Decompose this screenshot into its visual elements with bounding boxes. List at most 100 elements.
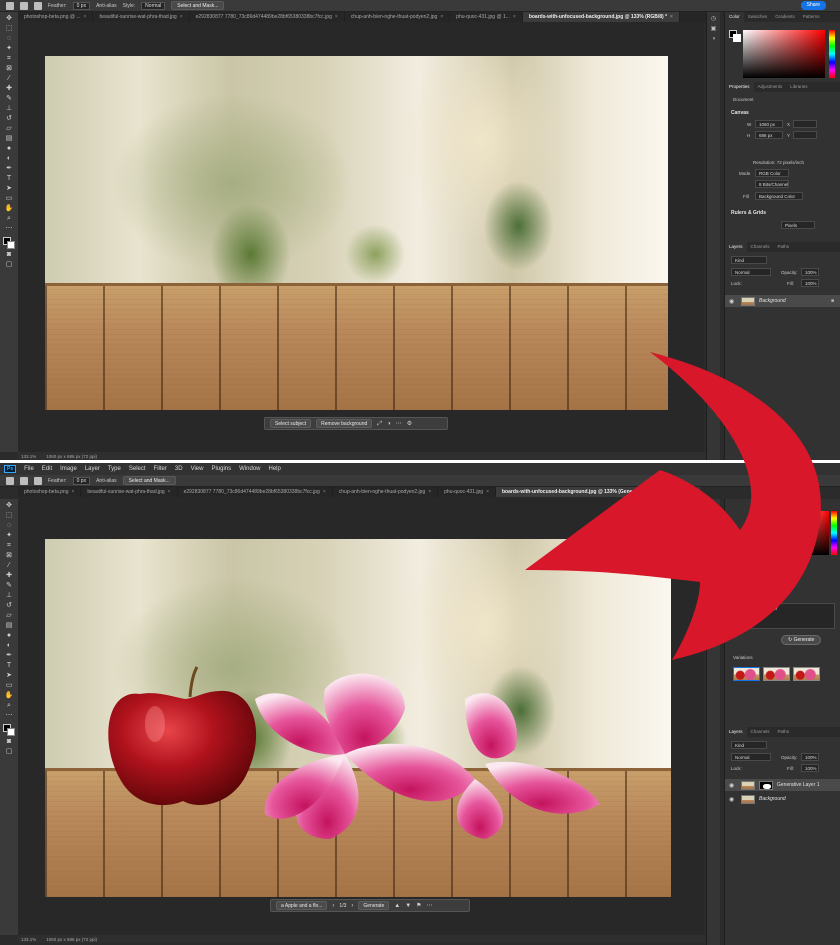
screen-mode-icon[interactable]: ▢ [4, 748, 14, 756]
tab-document[interactable]: e292830877 7780_73c86d474489be28bf653803… [190, 12, 345, 22]
screen-mode-icon[interactable]: ▢ [4, 261, 14, 269]
canvas-width-input[interactable]: 1060 px [755, 120, 783, 128]
thumbs-down-icon[interactable]: ▼ [405, 902, 411, 910]
generate-button[interactable]: Generate [358, 901, 390, 910]
feather-input[interactable]: 0 px [72, 476, 91, 485]
tab-document[interactable]: e292830877 7780_73c86d474489be28bf653803… [178, 487, 333, 497]
fill-input[interactable]: 100% [801, 279, 819, 287]
tab-document-active[interactable]: boards-with-unfocused-background.jpg @ 1… [495, 487, 700, 497]
blur-tool-icon[interactable]: ● [4, 632, 14, 640]
transform-icon[interactable]: ⤢ [377, 420, 382, 428]
gradient-tool-icon[interactable]: ▤ [4, 622, 14, 630]
adjustments-icon[interactable]: ◑ [710, 523, 718, 530]
tab-document[interactable]: phu-quoc-431.jpg × [438, 487, 496, 497]
close-icon[interactable]: × [691, 489, 694, 495]
mode-select[interactable]: RGB Color [755, 169, 789, 177]
clone-stamp-icon[interactable]: ⊥ [4, 105, 14, 113]
antialias-label[interactable]: Anti-alias [96, 478, 117, 484]
canvas-section-title[interactable]: Canvas [731, 110, 749, 116]
color-swatches[interactable] [3, 237, 15, 249]
close-icon[interactable]: × [180, 14, 183, 20]
path-selection-icon[interactable]: ➤ [4, 672, 14, 680]
select-and-mask-button[interactable]: Select and Mask... [122, 476, 176, 485]
type-tool-icon[interactable]: T [4, 662, 14, 670]
layer-kind-filter[interactable]: Kind [731, 256, 767, 264]
close-icon[interactable]: × [486, 489, 489, 495]
menu-3d[interactable]: 3D [175, 466, 183, 472]
zoom-tool-icon[interactable]: ⌕ [4, 702, 14, 710]
menu-help[interactable]: Help [269, 466, 281, 472]
tab-swatches[interactable]: Swatches [744, 12, 772, 22]
blend-mode-select[interactable]: Normal [731, 753, 771, 761]
lasso-tool-icon[interactable]: ◌ [4, 522, 14, 530]
document-image[interactable] [45, 539, 671, 897]
shape-tool-icon[interactable]: ▭ [4, 195, 14, 203]
zoom-level[interactable]: 133.1% [21, 454, 36, 459]
pen-tool-icon[interactable]: ✒ [4, 652, 14, 660]
eye-icon[interactable]: ◉ [729, 298, 737, 305]
adjustments-icon[interactable]: ◑ [710, 36, 718, 43]
eyedropper-icon[interactable]: ⁄ [4, 75, 14, 83]
tab-color[interactable]: Color [725, 12, 744, 22]
dodge-tool-icon[interactable]: ◐ [4, 642, 14, 650]
quick-mask-icon[interactable]: ◙ [4, 251, 14, 259]
brush-tool-icon[interactable]: ✎ [4, 95, 14, 103]
close-icon[interactable]: × [84, 14, 87, 20]
close-icon[interactable]: × [168, 489, 171, 495]
tab-libraries[interactable]: Libraries [786, 82, 811, 92]
fill-select[interactable]: Background Color [755, 192, 803, 200]
brush-tool-icon[interactable]: ✎ [4, 582, 14, 590]
layer-row[interactable]: ◉ Generative Layer 1 [725, 779, 840, 791]
close-icon[interactable]: × [670, 14, 673, 20]
tab-gradients[interactable]: Gradients [771, 12, 799, 22]
marquee-tool-icon[interactable]: ⬚ [4, 25, 14, 33]
new-selection-icon[interactable] [20, 1, 28, 10]
close-icon[interactable]: × [440, 14, 443, 20]
path-selection-icon[interactable]: ➤ [4, 185, 14, 193]
adjust-icon[interactable]: ◑ [387, 420, 391, 428]
chevron-right-icon[interactable]: › [351, 902, 353, 910]
tab-document[interactable]: chup-anh-bien-nghe-thuat-podyen2.jpg × [345, 12, 451, 22]
tab-document[interactable]: phu-quoc-431.jpg @ 1... × [450, 12, 523, 22]
menu-plugins[interactable]: Plugins [211, 466, 231, 472]
hue-slider[interactable] [831, 511, 837, 555]
tab-layers[interactable]: Layers [725, 242, 747, 252]
units-select[interactable]: Pixels [781, 221, 815, 229]
history-icon[interactable]: ◷ [710, 503, 718, 510]
zoom-tool-icon[interactable]: ⌕ [4, 215, 14, 223]
canvas-area[interactable]: a Apple and a flo... ‹ 1/3 › Generate ▲ … [18, 497, 704, 935]
tab-document[interactable]: beautiful-sunrise-wat-phra-thad.jpg × [93, 12, 190, 22]
hand-tool-icon[interactable]: ✋ [4, 692, 14, 700]
history-icon[interactable]: ◷ [710, 16, 718, 23]
healing-brush-icon[interactable]: ✚ [4, 85, 14, 93]
settings-icon[interactable]: ⚙ [407, 420, 412, 428]
lasso-tool-icon[interactable] [20, 476, 28, 485]
variation-thumbnail[interactable] [733, 667, 760, 681]
canvas-x-input[interactable] [793, 120, 817, 128]
move-tool-icon[interactable]: ✥ [4, 502, 14, 510]
lasso-tool-icon[interactable]: ◌ [4, 35, 14, 43]
flag-icon[interactable]: ⚑ [416, 902, 421, 910]
menu-filter[interactable]: Filter [154, 466, 167, 472]
move-tool-icon[interactable]: ✥ [4, 15, 14, 23]
thumbs-up-icon[interactable]: ▲ [394, 902, 400, 910]
home-icon[interactable] [6, 476, 14, 485]
lock-icon[interactable]: ■ [831, 298, 834, 304]
add-selection-icon[interactable] [34, 1, 42, 10]
chevron-left-icon[interactable]: ‹ [332, 902, 334, 910]
rulers-grids-title[interactable]: Rulers & Grids [731, 210, 766, 216]
panel-color-swatches[interactable] [729, 30, 741, 42]
tab-document[interactable]: photoshop-beta.png @ ... × [18, 12, 94, 22]
close-icon[interactable]: × [428, 489, 431, 495]
pen-tool-icon[interactable]: ✒ [4, 165, 14, 173]
blend-mode-select[interactable]: Normal [731, 268, 771, 276]
crop-tool-icon[interactable]: ⌗ [4, 55, 14, 63]
tab-layers[interactable]: Layers [725, 727, 747, 737]
eraser-icon[interactable]: ▱ [4, 125, 14, 133]
menu-layer[interactable]: Layer [85, 466, 100, 472]
history-brush-icon[interactable]: ↺ [4, 115, 14, 123]
layer-row[interactable]: ◉ Background ■ [725, 295, 840, 307]
crop-tool-icon[interactable]: ⌗ [4, 542, 14, 550]
dodge-tool-icon[interactable]: ◐ [4, 155, 14, 163]
frame-tool-icon[interactable]: ⊠ [4, 65, 14, 73]
